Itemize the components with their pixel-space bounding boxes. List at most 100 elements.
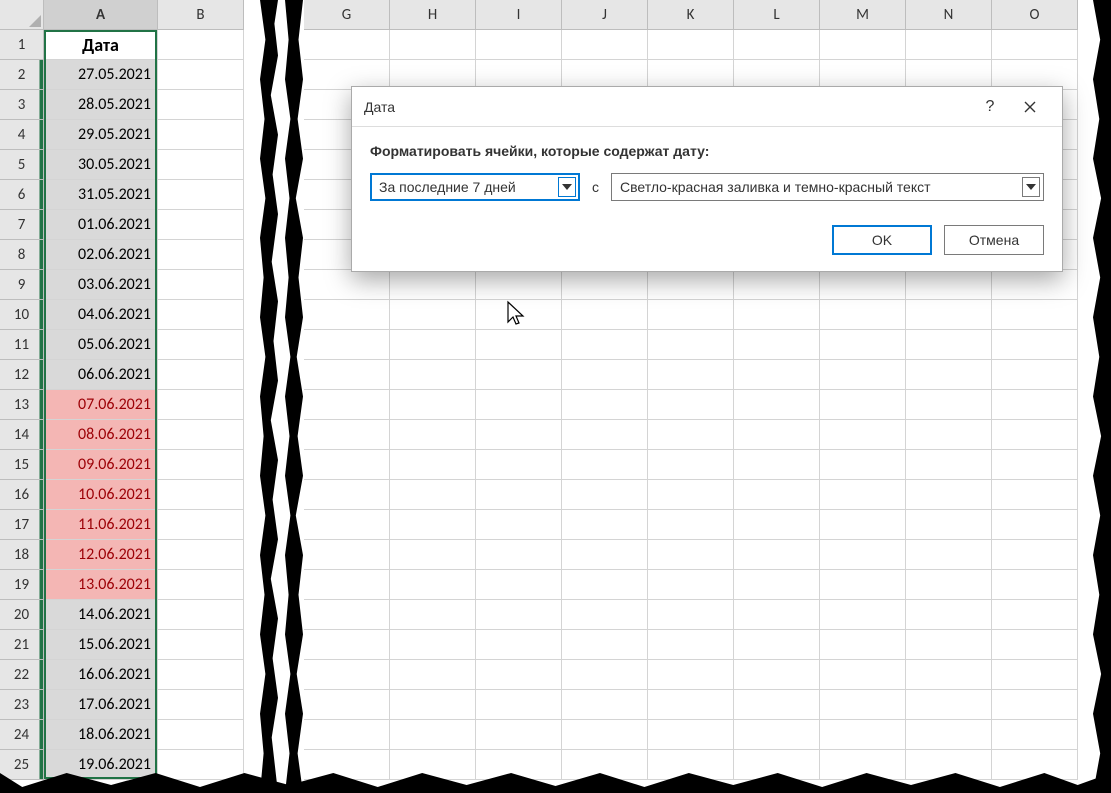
cell-K9[interactable] — [648, 270, 734, 300]
cell-N18[interactable] — [906, 540, 992, 570]
row-header-14[interactable]: 14 — [0, 420, 44, 450]
cell-B21[interactable] — [158, 630, 244, 660]
row-header-24[interactable]: 24 — [0, 720, 44, 750]
cell-L9[interactable] — [734, 270, 820, 300]
cell-A18[interactable]: 12.06.2021 — [44, 540, 158, 570]
cell-H1[interactable] — [390, 30, 476, 60]
cell-H18[interactable] — [390, 540, 476, 570]
cell-O10[interactable] — [992, 300, 1078, 330]
cell-O21[interactable] — [992, 630, 1078, 660]
cell-L15[interactable] — [734, 450, 820, 480]
cell-H24[interactable] — [390, 720, 476, 750]
cell-B20[interactable] — [158, 600, 244, 630]
row-header-17[interactable]: 17 — [0, 510, 44, 540]
cell-B9[interactable] — [158, 270, 244, 300]
select-all-corner[interactable] — [0, 0, 44, 30]
cell-M19[interactable] — [820, 570, 906, 600]
cell-N12[interactable] — [906, 360, 992, 390]
cell-G16[interactable] — [304, 480, 390, 510]
cell-M23[interactable] — [820, 690, 906, 720]
cell-O15[interactable] — [992, 450, 1078, 480]
cell-I23[interactable] — [476, 690, 562, 720]
cell-O16[interactable] — [992, 480, 1078, 510]
cell-A19[interactable]: 13.06.2021 — [44, 570, 158, 600]
cell-N13[interactable] — [906, 390, 992, 420]
cell-M1[interactable] — [820, 30, 906, 60]
cell-L14[interactable] — [734, 420, 820, 450]
cell-H19[interactable] — [390, 570, 476, 600]
cell-N10[interactable] — [906, 300, 992, 330]
cell-M9[interactable] — [820, 270, 906, 300]
col-header-L[interactable]: L — [734, 0, 820, 30]
cell-L22[interactable] — [734, 660, 820, 690]
cell-L10[interactable] — [734, 300, 820, 330]
cell-A21[interactable]: 15.06.2021 — [44, 630, 158, 660]
cell-B7[interactable] — [158, 210, 244, 240]
cell-L17[interactable] — [734, 510, 820, 540]
cell-G18[interactable] — [304, 540, 390, 570]
cell-I12[interactable] — [476, 360, 562, 390]
cell-O17[interactable] — [992, 510, 1078, 540]
row-header-19[interactable]: 19 — [0, 570, 44, 600]
cell-A24[interactable]: 18.06.2021 — [44, 720, 158, 750]
cell-N22[interactable] — [906, 660, 992, 690]
cell-J16[interactable] — [562, 480, 648, 510]
cell-N20[interactable] — [906, 600, 992, 630]
format-combo[interactable]: Светло-красная заливка и темно-красный т… — [611, 173, 1044, 201]
cell-O14[interactable] — [992, 420, 1078, 450]
row-header-22[interactable]: 22 — [0, 660, 44, 690]
cell-G9[interactable] — [304, 270, 390, 300]
cell-B25[interactable] — [158, 750, 244, 780]
row-header-12[interactable]: 12 — [0, 360, 44, 390]
cell-L24[interactable] — [734, 720, 820, 750]
cell-I22[interactable] — [476, 660, 562, 690]
cell-L20[interactable] — [734, 600, 820, 630]
cell-B6[interactable] — [158, 180, 244, 210]
cell-J17[interactable] — [562, 510, 648, 540]
row-header-13[interactable]: 13 — [0, 390, 44, 420]
cell-B23[interactable] — [158, 690, 244, 720]
cell-L23[interactable] — [734, 690, 820, 720]
cell-K17[interactable] — [648, 510, 734, 540]
cell-H17[interactable] — [390, 510, 476, 540]
cell-A10[interactable]: 04.06.2021 — [44, 300, 158, 330]
cell-N21[interactable] — [906, 630, 992, 660]
cell-A23[interactable]: 17.06.2021 — [44, 690, 158, 720]
row-header-6[interactable]: 6 — [0, 180, 44, 210]
help-button[interactable]: ? — [970, 91, 1010, 123]
cell-G21[interactable] — [304, 630, 390, 660]
cell-I24[interactable] — [476, 720, 562, 750]
cell-M17[interactable] — [820, 510, 906, 540]
cell-H13[interactable] — [390, 390, 476, 420]
cell-I13[interactable] — [476, 390, 562, 420]
cell-N14[interactable] — [906, 420, 992, 450]
cell-J15[interactable] — [562, 450, 648, 480]
cell-G12[interactable] — [304, 360, 390, 390]
cell-I18[interactable] — [476, 540, 562, 570]
cell-J10[interactable] — [562, 300, 648, 330]
cell-A17[interactable]: 11.06.2021 — [44, 510, 158, 540]
row-header-1[interactable]: 1 — [0, 30, 44, 60]
cell-M22[interactable] — [820, 660, 906, 690]
cell-J19[interactable] — [562, 570, 648, 600]
cell-A4[interactable]: 29.05.2021 — [44, 120, 158, 150]
cell-J9[interactable] — [562, 270, 648, 300]
cell-B15[interactable] — [158, 450, 244, 480]
cell-A12[interactable]: 06.06.2021 — [44, 360, 158, 390]
cell-B3[interactable] — [158, 90, 244, 120]
cell-B5[interactable] — [158, 150, 244, 180]
col-header-B[interactable]: B — [158, 0, 244, 30]
cell-I17[interactable] — [476, 510, 562, 540]
cell-G24[interactable] — [304, 720, 390, 750]
cell-K23[interactable] — [648, 690, 734, 720]
cell-K24[interactable] — [648, 720, 734, 750]
close-button[interactable] — [1010, 91, 1050, 123]
cell-I15[interactable] — [476, 450, 562, 480]
cell-N24[interactable] — [906, 720, 992, 750]
cell-A9[interactable]: 03.06.2021 — [44, 270, 158, 300]
cell-H22[interactable] — [390, 660, 476, 690]
cell-J1[interactable] — [562, 30, 648, 60]
cell-M14[interactable] — [820, 420, 906, 450]
row-header-5[interactable]: 5 — [0, 150, 44, 180]
cell-O25[interactable] — [992, 750, 1078, 780]
